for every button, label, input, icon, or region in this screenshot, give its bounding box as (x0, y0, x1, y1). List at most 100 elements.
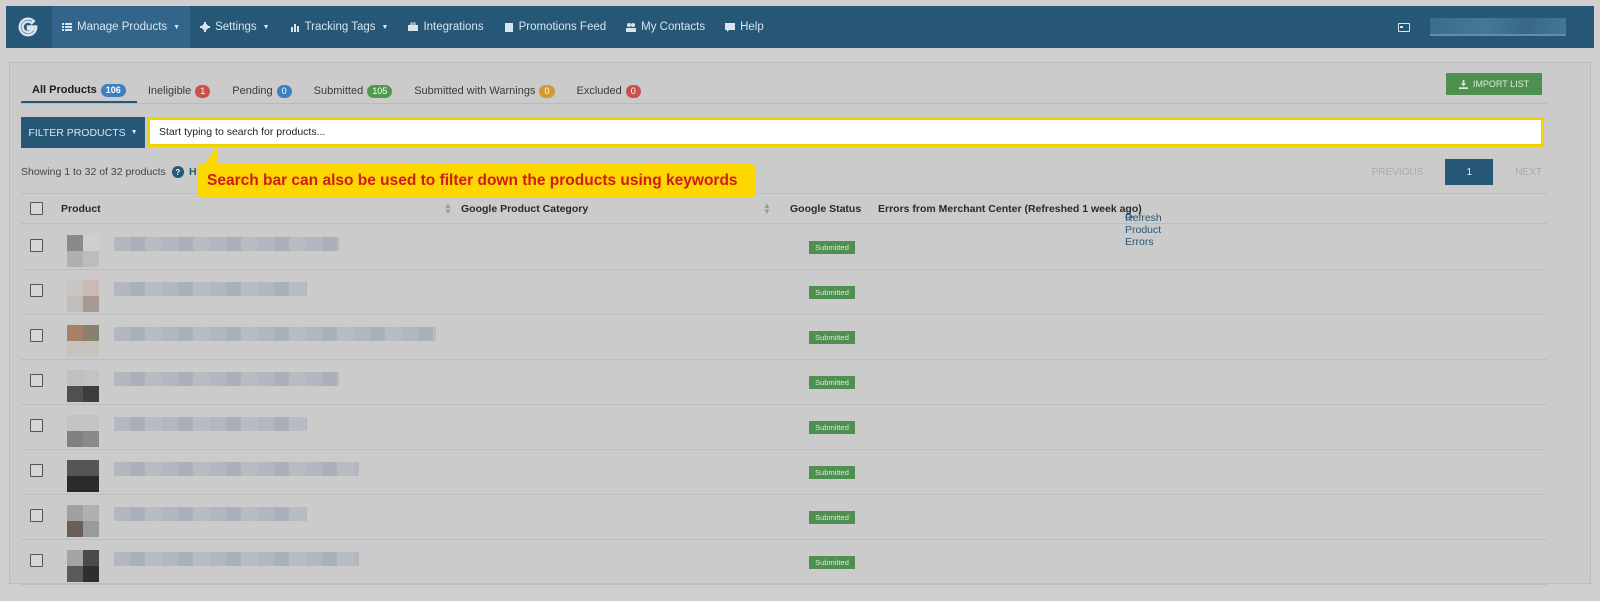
search-placeholder: Start typing to search for products... (159, 126, 326, 138)
nav-item-manage-products[interactable]: Manage Products ▼ (52, 6, 191, 48)
top-navbar: Manage Products ▼ Settings ▼ Tracking Tags ▼ I… (6, 6, 1594, 48)
tab-label: Submitted with Warnings (414, 85, 536, 97)
table-row[interactable]: Submitted (21, 225, 1547, 270)
chevron-down-icon: ▼ (130, 129, 138, 136)
table-row[interactable]: Submitted (21, 315, 1547, 360)
product-thumbnail[interactable] (67, 235, 99, 267)
tab-submitted[interactable]: Submitted 105 (303, 79, 404, 103)
tabs-divider (21, 103, 1547, 104)
status-badge: Submitted (809, 556, 855, 569)
nav-item-promotions-feed[interactable]: Promotions Feed (494, 6, 617, 48)
id-card-icon[interactable] (1398, 22, 1410, 32)
tab-excluded[interactable]: Excluded 0 (566, 79, 652, 103)
product-thumbnail[interactable] (67, 550, 99, 582)
row-checkbox[interactable] (30, 554, 43, 567)
clipboard-icon (504, 22, 514, 32)
nav-item-my-contacts[interactable]: My Contacts (616, 6, 715, 48)
import-list-button[interactable]: IMPORT LIST (1446, 73, 1542, 95)
column-header-status: Google Status (790, 203, 862, 215)
column-header-category[interactable]: Google Product Category (461, 203, 588, 215)
nav-item-settings[interactable]: Settings ▼ (190, 6, 280, 48)
row-checkbox[interactable] (30, 464, 43, 477)
status-badge: Submitted (809, 241, 855, 254)
row-checkbox[interactable] (30, 284, 43, 297)
import-list-label: IMPORT LIST (1472, 79, 1530, 89)
column-header-errors: Errors from Merchant Center (Refreshed 1… (878, 203, 1142, 215)
chevron-down-icon: ▼ (173, 23, 181, 31)
table-row[interactable]: Submitted (21, 495, 1547, 540)
user-account-menu[interactable] (1430, 18, 1566, 36)
product-name-redacted[interactable] (114, 462, 359, 476)
product-thumbnail[interactable] (67, 325, 99, 357)
row-checkbox[interactable] (30, 419, 43, 432)
nav-item-label: Promotions Feed (518, 21, 607, 33)
sort-icon[interactable]: ▲ ▼ (763, 202, 771, 216)
help-circle-icon[interactable]: ? (171, 166, 184, 178)
row-checkbox[interactable] (30, 239, 43, 252)
count-badge: 0 (625, 84, 641, 98)
nav-item-integrations[interactable]: Integrations (398, 6, 493, 48)
chevron-down-icon: ▼ (381, 23, 389, 31)
nav-item-label: Manage Products (77, 21, 168, 33)
column-header-product[interactable]: Product (61, 203, 101, 215)
gear-icon (200, 22, 211, 32)
nav-item-label: Settings (215, 21, 257, 33)
nav-item-label: Integrations (423, 21, 484, 33)
nav-item-label: My Contacts (641, 21, 706, 33)
product-thumbnail[interactable] (67, 280, 99, 312)
row-checkbox[interactable] (30, 374, 43, 387)
table-row[interactable]: Submitted (21, 540, 1547, 585)
status-badge: Submitted (809, 466, 855, 479)
filter-products-button[interactable]: FILTER PRODUCTS ▼ (21, 117, 145, 148)
nav-item-help[interactable]: Help (715, 6, 774, 48)
product-name-redacted[interactable] (114, 327, 436, 341)
tab-ineligible[interactable]: Ineligible 1 (137, 79, 221, 103)
table-row[interactable]: Submitted (21, 450, 1547, 495)
tab-all-products[interactable]: All Products 106 (21, 79, 137, 103)
products-panel: All Products 106 Ineligible 1 Pending 0 Submit… (9, 62, 1591, 585)
product-name-redacted[interactable] (114, 372, 339, 386)
tab-label: Excluded (576, 85, 622, 97)
tab-submitted-with-warnings[interactable]: Submitted with Warnings 0 (403, 79, 565, 103)
product-name-redacted[interactable] (114, 417, 307, 431)
status-badge: Submitted (809, 376, 855, 389)
sort-icon[interactable]: ▲ ▼ (444, 202, 452, 216)
product-name-redacted[interactable] (114, 507, 307, 521)
product-thumbnail[interactable] (67, 370, 99, 402)
tab-label: Submitted (313, 85, 364, 97)
annotation-callout: Search bar can also be used to filter do… (197, 164, 756, 198)
list-icon (62, 22, 72, 32)
pagination: PREVIOUS 1 NEXT (1372, 159, 1542, 185)
pagination-page-current[interactable]: 1 (1445, 159, 1494, 185)
briefcase-icon (408, 22, 419, 32)
product-tabs: All Products 106 Ineligible 1 Pending 0 Submit… (21, 79, 652, 103)
app-logo[interactable] (12, 6, 44, 48)
product-thumbnail[interactable] (67, 415, 99, 447)
product-thumbnail[interactable] (67, 505, 99, 537)
pagination-previous[interactable]: PREVIOUS (1372, 167, 1424, 178)
nav-item-label: Help (740, 21, 764, 33)
table-row[interactable]: Submitted (21, 360, 1547, 405)
download-icon (1458, 79, 1468, 89)
table-header: Product ▲ ▼ Google Product Category ▲ ▼ Go… (21, 194, 1547, 248)
product-search-input[interactable]: Start typing to search for products... (147, 117, 1544, 147)
product-name-redacted[interactable] (114, 552, 359, 566)
users-icon (626, 22, 637, 32)
pagination-next[interactable]: NEXT (1515, 167, 1542, 178)
product-name-redacted[interactable] (114, 237, 339, 251)
row-checkbox[interactable] (30, 509, 43, 522)
chevron-down-icon: ▼ (262, 23, 270, 31)
table-row[interactable]: Submitted (21, 270, 1547, 315)
google-g-icon (18, 17, 38, 37)
nav-item-tracking-tags[interactable]: Tracking Tags ▼ (280, 6, 399, 48)
tab-label: Pending (232, 85, 273, 97)
tab-pending[interactable]: Pending 0 (221, 79, 302, 103)
product-name-redacted[interactable] (114, 282, 307, 296)
tab-label: Ineligible (147, 85, 192, 97)
select-all-checkbox[interactable] (30, 202, 43, 215)
product-thumbnail[interactable] (67, 460, 99, 492)
count-badge: 106 (100, 83, 126, 97)
table-row[interactable]: Submitted (21, 405, 1547, 450)
row-checkbox[interactable] (30, 329, 43, 342)
results-count: Showing 1 to 32 of 32 products ? (21, 166, 184, 178)
